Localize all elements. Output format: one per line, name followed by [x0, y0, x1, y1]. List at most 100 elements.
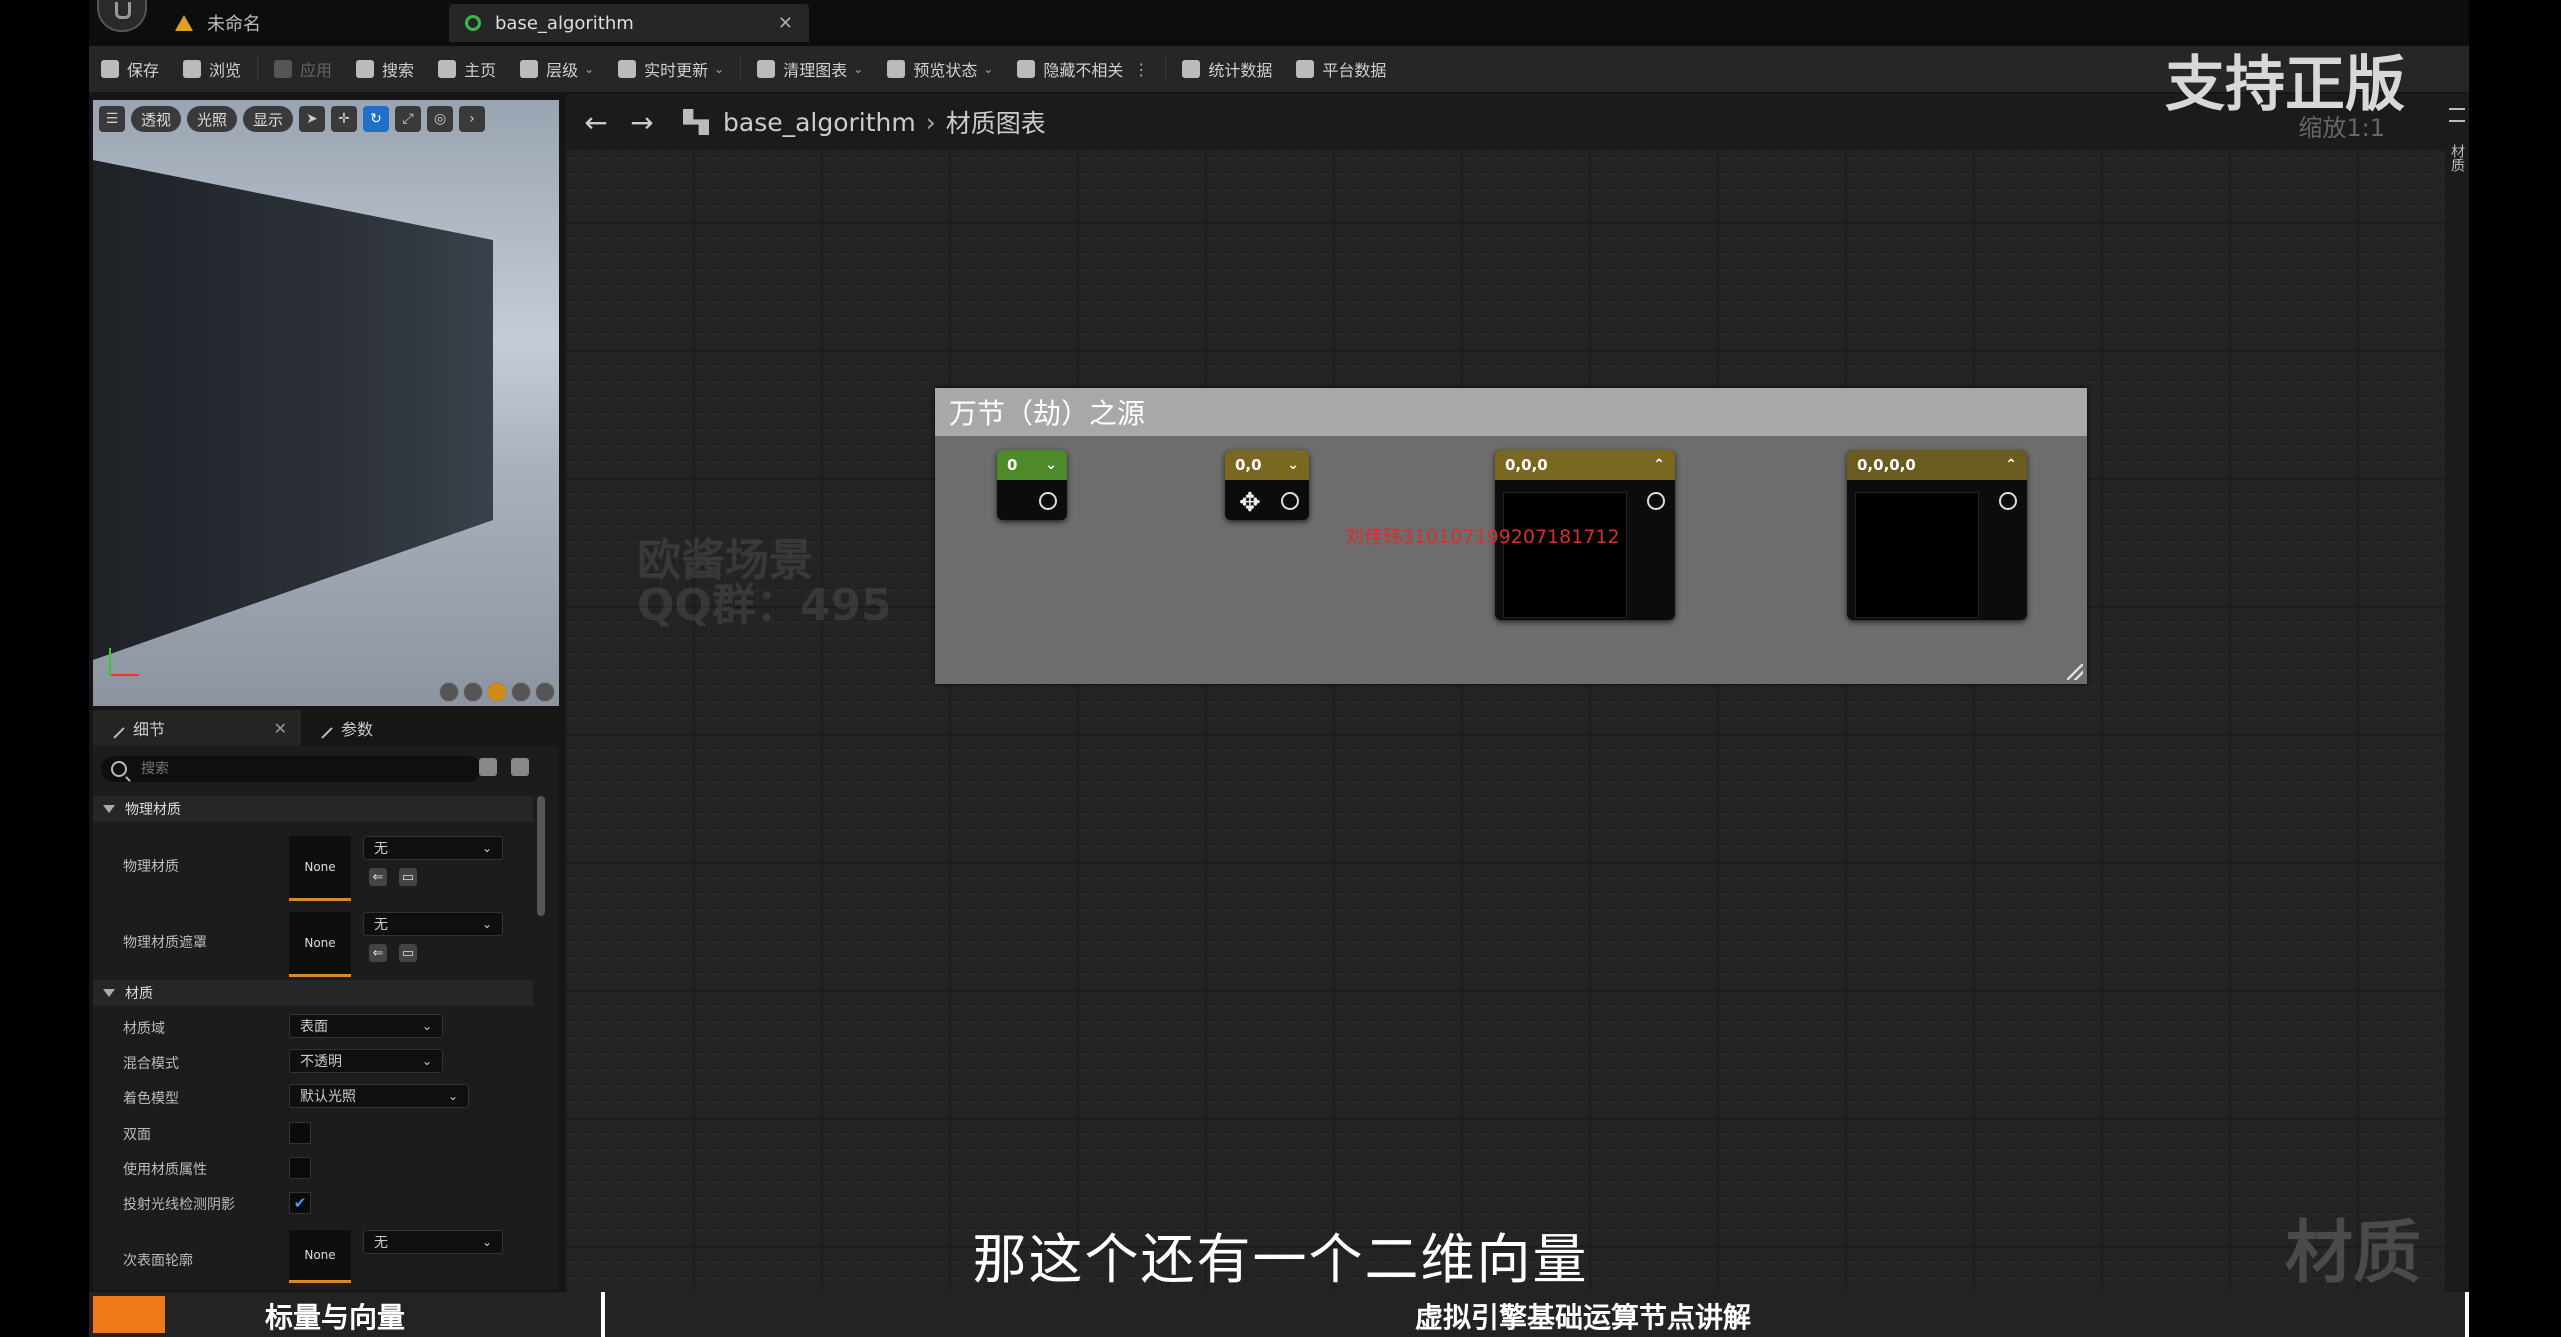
save-button[interactable]: 保存	[89, 50, 171, 88]
close-icon[interactable]: ✕	[274, 719, 287, 738]
red-watermark-text: 刘佳玮310107199207181712	[1345, 526, 1620, 548]
ray-traced-shadows-checkbox[interactable]: ✔	[289, 1192, 311, 1214]
two-sided-checkbox[interactable]	[289, 1122, 311, 1144]
breadcrumb-separator-icon: ›	[925, 107, 936, 137]
chevron-down-icon[interactable]: ⌄	[1045, 457, 1057, 473]
breadcrumb-root[interactable]: base_algorithm	[723, 108, 916, 137]
forward-arrow-icon[interactable]: →	[627, 106, 657, 139]
tab-details[interactable]: 细节 ✕	[93, 710, 301, 746]
ray-traced-shadows-label: 投射光线检测阴影	[123, 1197, 235, 1213]
stats-button[interactable]: 统计数据	[1170, 50, 1284, 88]
blend-mode-combo[interactable]: 不透明 ⌄	[289, 1049, 443, 1073]
side-tab-label[interactable]: 材质	[2447, 144, 2467, 172]
preview-viewport[interactable]: ☰ 透视 光照 显示 ➤ ✛ ↻ ⤢ ◎ ›	[93, 100, 559, 706]
back-arrow-icon[interactable]: ←	[581, 106, 611, 139]
tab-base-algorithm[interactable]: base_algorithm ✕	[449, 4, 809, 42]
combo-value: 不透明	[300, 1054, 342, 1070]
hierarchy-button[interactable]: 层级 ⌄	[508, 50, 606, 88]
platform-stats-button[interactable]: 平台数据	[1284, 50, 1398, 88]
breadcrumb-current: 材质图表	[945, 109, 1046, 138]
rotate-icon[interactable]: ↻	[363, 106, 390, 132]
output-pin-icon[interactable]	[1647, 492, 1665, 510]
hamburger-menu-icon[interactable]: ☰	[99, 106, 125, 132]
clean-graph-button[interactable]: 清理图表 ⌄	[745, 50, 875, 88]
table-view-icon[interactable]	[479, 758, 497, 776]
browse-button[interactable]: 浏览	[171, 50, 253, 88]
use-selected-icon[interactable]: ⇐	[369, 868, 387, 886]
details-search-input[interactable]	[139, 760, 443, 778]
node-color-preview	[1503, 492, 1627, 618]
chevron-right-icon[interactable]: ›	[459, 106, 486, 132]
comment-title[interactable]: 万节（劫）之源	[935, 388, 2087, 436]
perspective-button[interactable]: 透视	[131, 106, 182, 132]
banner-left-title: 标量与向量	[265, 1301, 406, 1334]
perspective-label: 透视	[141, 110, 172, 129]
chevron-up-icon[interactable]: ⌃	[2005, 457, 2017, 473]
tab-label: base_algorithm	[495, 12, 634, 34]
home-label: 主页	[464, 61, 497, 80]
cylinder-shape-icon[interactable]	[439, 682, 459, 702]
phys-mask-combo[interactable]: 无 ⌄	[363, 912, 503, 936]
browse-folder-icon[interactable]: ▭	[399, 868, 417, 886]
home-icon	[438, 60, 457, 78]
select-arrow-icon[interactable]: ➤	[299, 106, 326, 132]
lit-button[interactable]: 光照	[187, 106, 238, 132]
close-icon[interactable]: ✕	[778, 13, 793, 34]
chevron-down-icon[interactable]: ⌄	[1287, 457, 1299, 473]
constant-node[interactable]: 0 ⌄	[997, 450, 1067, 520]
preview-state-button[interactable]: 预览状态 ⌄	[875, 50, 1005, 88]
use-selected-icon[interactable]: ⇐	[369, 944, 387, 962]
details-scrollbar[interactable]	[537, 796, 545, 916]
combo-value: 默认光照	[300, 1089, 356, 1105]
viewport-toolbar: ☰ 透视 光照 显示 ➤ ✛ ↻ ⤢ ◎ ›	[93, 100, 559, 138]
shading-model-combo[interactable]: 默认光照 ⌄	[289, 1084, 469, 1108]
node-value: 0,0,0,0	[1857, 456, 1916, 474]
category-physical-material[interactable]: 物理材质	[93, 796, 533, 822]
live-update-button[interactable]: 实时更新 ⌄	[606, 50, 736, 88]
phys-material-combo[interactable]: 无 ⌄	[363, 836, 503, 860]
cube-shape-icon[interactable]	[511, 682, 531, 702]
show-button[interactable]: 显示	[243, 106, 294, 132]
tab-bar: 未命名 base_algorithm ✕	[89, 0, 2469, 46]
node-header: 0,0,0,0 ⌃	[1847, 450, 2027, 480]
output-pin-icon[interactable]	[1039, 492, 1057, 510]
constant4vector-node[interactable]: 0,0,0,0 ⌃	[1847, 450, 2027, 620]
tab-parameters[interactable]: 参数	[301, 710, 387, 746]
resize-handle-icon[interactable]	[2067, 664, 2083, 680]
hide-unrelated-button[interactable]: 隐藏不相关 ⋮	[1005, 50, 1161, 88]
unreal-logo-icon[interactable]	[97, 0, 147, 32]
platform-stats-label: 平台数据	[1322, 61, 1387, 80]
globe-icon[interactable]: ◎	[427, 106, 454, 132]
constant2vector-node[interactable]: 0,0 ⌄ ✥	[1225, 450, 1309, 520]
settings-gear-icon[interactable]	[511, 758, 529, 776]
output-pin-icon[interactable]	[1999, 492, 2017, 510]
material-graph-canvas[interactable]: ← → base_algorithm › 材质图表 缩放1:1 欧酱场景 QQ群…	[565, 94, 2445, 1292]
combo-value: 表面	[300, 1019, 328, 1035]
chevron-up-icon[interactable]: ⌃	[1653, 457, 1665, 473]
scale-icon[interactable]: ⤢	[395, 106, 422, 132]
hide-unrelated-label: 隐藏不相关	[1043, 61, 1124, 80]
apply-button[interactable]: 应用	[262, 50, 344, 88]
preview-mesh	[93, 160, 493, 660]
browse-folder-icon[interactable]: ▭	[399, 944, 417, 962]
details-search	[101, 756, 481, 782]
home-button[interactable]: 主页	[426, 50, 508, 88]
toolbar-divider	[257, 56, 259, 82]
move-icon[interactable]: ✛	[331, 106, 358, 132]
phys-mask-thumbnail[interactable]: None	[289, 912, 351, 977]
material-domain-combo[interactable]: 表面 ⌄	[289, 1014, 443, 1038]
sphere-shape-icon[interactable]	[463, 682, 483, 702]
browse-label: 浏览	[209, 61, 242, 80]
phys-material-thumbnail[interactable]: None	[289, 836, 351, 901]
search-button[interactable]: 搜索	[344, 50, 426, 88]
use-material-attributes-checkbox[interactable]	[289, 1157, 311, 1179]
list-icon[interactable]	[2449, 108, 2465, 122]
more-options-icon[interactable]: ⋮	[1133, 60, 1149, 79]
plane-shape-icon[interactable]	[487, 682, 507, 702]
teapot-shape-icon[interactable]	[535, 682, 555, 702]
tab-untitled[interactable]: 未命名	[159, 4, 449, 42]
category-material[interactable]: 材质	[93, 980, 533, 1006]
preview-state-label: 预览状态	[913, 61, 978, 80]
output-pin-icon[interactable]	[1281, 492, 1299, 510]
lit-label: 光照	[197, 110, 228, 129]
